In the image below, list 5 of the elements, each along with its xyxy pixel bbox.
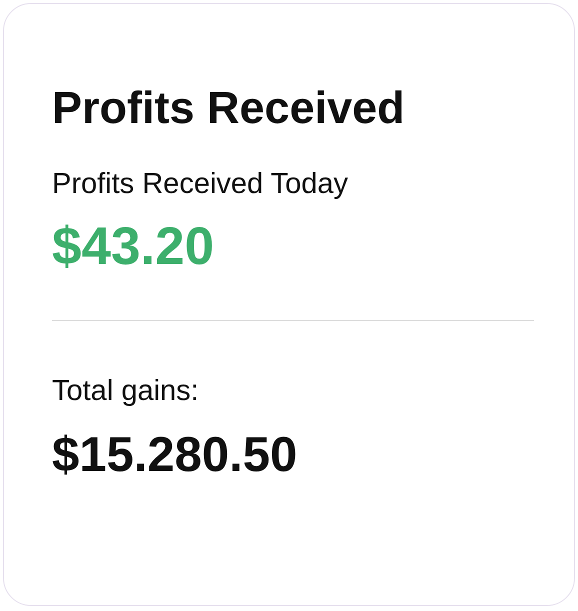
today-value: $43.20 — [52, 216, 216, 278]
today-label: Profits Received Today — [52, 167, 350, 202]
total-value: $15.280.50 — [52, 427, 298, 484]
card-title: Profits Received — [52, 81, 406, 135]
total-label: Total gains: — [52, 374, 200, 409]
